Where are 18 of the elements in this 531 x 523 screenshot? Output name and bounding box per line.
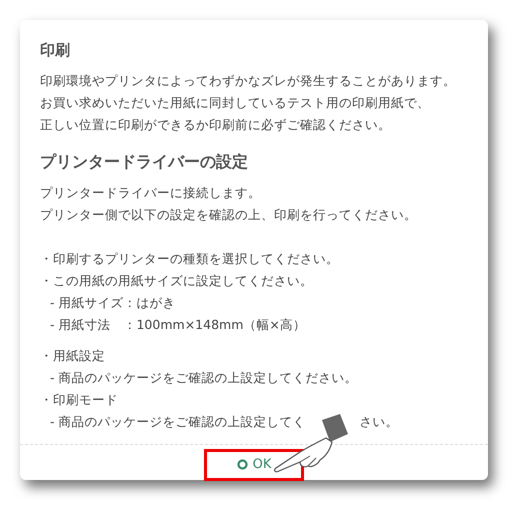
paragraph-line: 正しい位置に印刷ができるか印刷前に必ずご確認ください。: [40, 116, 392, 134]
paragraph-line: 印刷環境やプリンタによってわずかなズレが発生することがあります。: [40, 72, 457, 90]
sub-item: - 商品のパッケージをご確認の上設定してください。: [50, 369, 358, 387]
sub-item: - 商品のパッケージをご確認の上設定してく: [50, 413, 306, 431]
sub-item-end: さい。: [359, 413, 398, 431]
bullet-item: ・印刷モード: [40, 391, 118, 409]
section-heading: プリンタードライバーの設定: [40, 151, 249, 173]
bullet-item: ・用紙設定: [40, 347, 105, 365]
circle-icon: [236, 459, 248, 470]
sub-item: - 用紙サイズ：はがき: [50, 294, 176, 312]
paragraph-line: プリンター側で以下の設定を確認の上、印刷を行ってください。: [40, 206, 418, 224]
ok-button[interactable]: OK: [204, 448, 304, 480]
bullet-item: ・印刷するプリンターの種類を選択してください。: [40, 250, 339, 268]
section-heading: 印刷: [40, 40, 71, 61]
bullet-item: ・この用紙の用紙サイズに設定してください。: [40, 272, 313, 290]
paragraph-line: お買い求めいただいた用紙に同封しているテスト用の印刷用紙で、: [40, 94, 431, 112]
sub-item: - 用紙寸法 ：100mm×148mm（幅×高）: [50, 316, 306, 334]
paragraph-line: プリンタードライバーに接続します。: [40, 184, 262, 202]
